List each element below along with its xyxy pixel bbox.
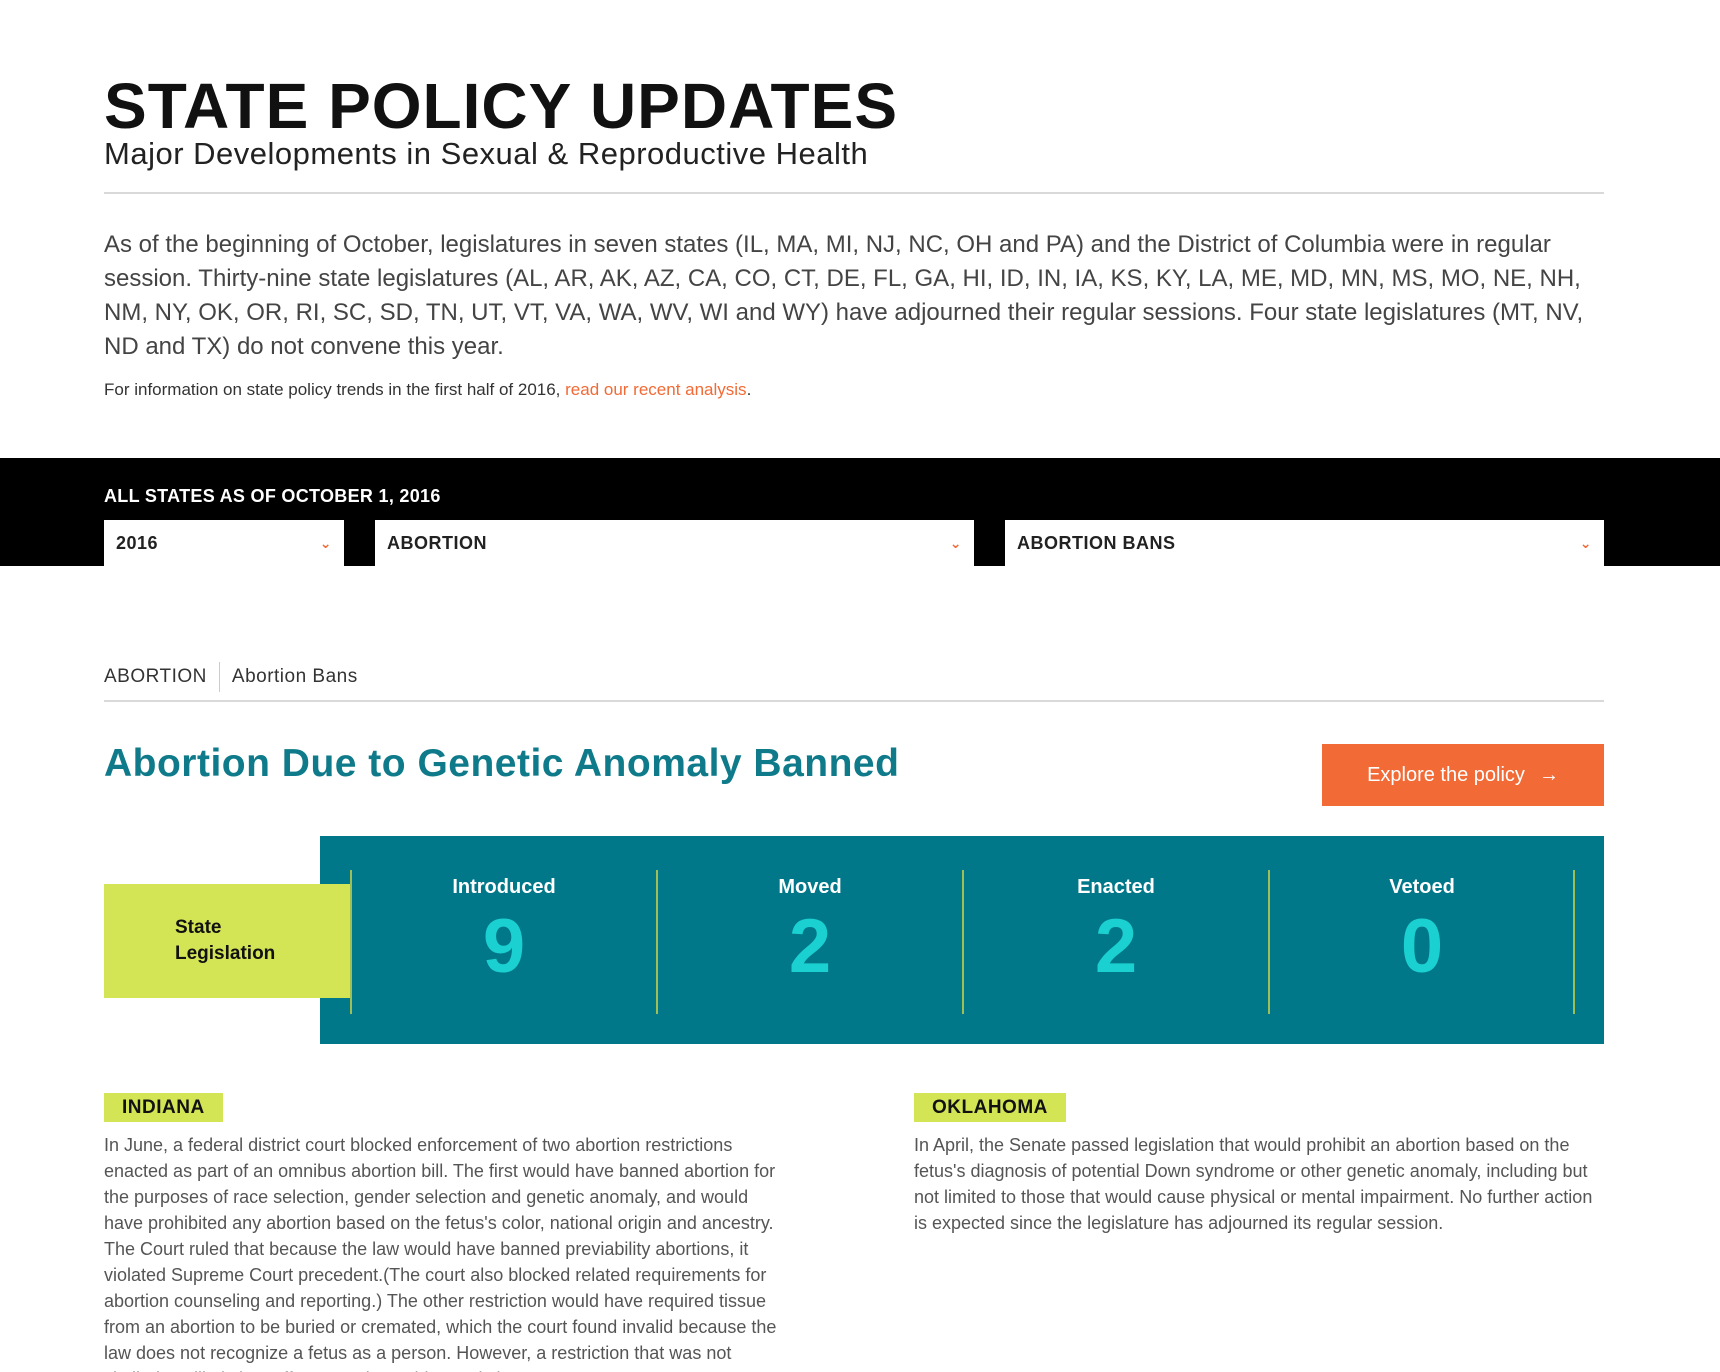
state-legislation-text: State Legislation [175,917,276,964]
state-tag-indiana: INDIANA [104,1093,223,1122]
state-text-indiana: In June, a federal district court blocke… [104,1135,777,1372]
stat-value: 9 [482,904,526,989]
year-select[interactable]: 2016 ⌄ [104,520,344,566]
stat-divider [1573,870,1575,1014]
chevron-down-icon: ⌄ [1579,534,1592,551]
breadcrumb: ABORTION Abortion Bans [104,662,358,692]
year-select-value: 2016 [116,532,159,553]
stat-label: Enacted [1077,876,1155,898]
header-divider [104,192,1604,194]
intro-note-text: For information on state policy trends i… [104,380,566,399]
recent-analysis-link[interactable]: read our recent analysis [565,380,746,399]
breadcrumb-topic[interactable]: ABORTION [104,666,207,688]
explore-policy-button[interactable]: Explore the policy → [1322,744,1604,806]
stat-label: Moved [778,876,842,898]
state-tag-oklahoma: OKLAHOMA [914,1093,1066,1122]
breadcrumb-separator [218,662,220,692]
stat-label: Vetoed [1389,876,1455,898]
intro-paragraph: As of the beginning of October, legislat… [104,231,1584,360]
stat-vetoed: Vetoed 0 [1268,870,1574,1014]
stat-label: Introduced [452,876,556,898]
topic-select[interactable]: ABORTION ⌄ [375,520,974,566]
stat-enacted: Enacted 2 [962,870,1268,1014]
stat-value: 2 [788,904,832,989]
filter-heading: ALL STATES AS OF OCTOBER 1, 2016 [104,486,441,506]
arrow-right-icon: → [1538,763,1559,786]
intro-note-suffix: . [746,380,752,399]
topic-select-value: ABORTION [387,532,487,553]
stat-moved: Moved 2 [656,870,962,1014]
chevron-down-icon: ⌄ [949,534,962,551]
page-title: STATE POLICY UPDATES [104,70,898,142]
intro-note: For information on state policy trends i… [104,380,751,400]
stat-value: 2 [1094,904,1138,989]
subtopic-select[interactable]: ABORTION BANS ⌄ [1005,520,1604,566]
page-subtitle: Major Developments in Sexual & Reproduct… [104,136,869,171]
stat-introduced: Introduced 9 [350,870,656,1014]
chevron-down-icon: ⌄ [319,534,332,551]
state-text-oklahoma: In April, the Senate passed legislation … [914,1135,1593,1233]
breadcrumb-subtopic[interactable]: Abortion Bans [232,666,358,688]
state-legislation-label: State Legislation [104,884,351,998]
subtopic-select-value: ABORTION BANS [1017,532,1176,553]
policy-title: Abortion Due to Genetic Anomaly Banned [104,742,900,785]
explore-policy-label: Explore the policy [1367,763,1525,786]
breadcrumb-divider [104,700,1604,702]
stat-value: 0 [1400,904,1444,989]
